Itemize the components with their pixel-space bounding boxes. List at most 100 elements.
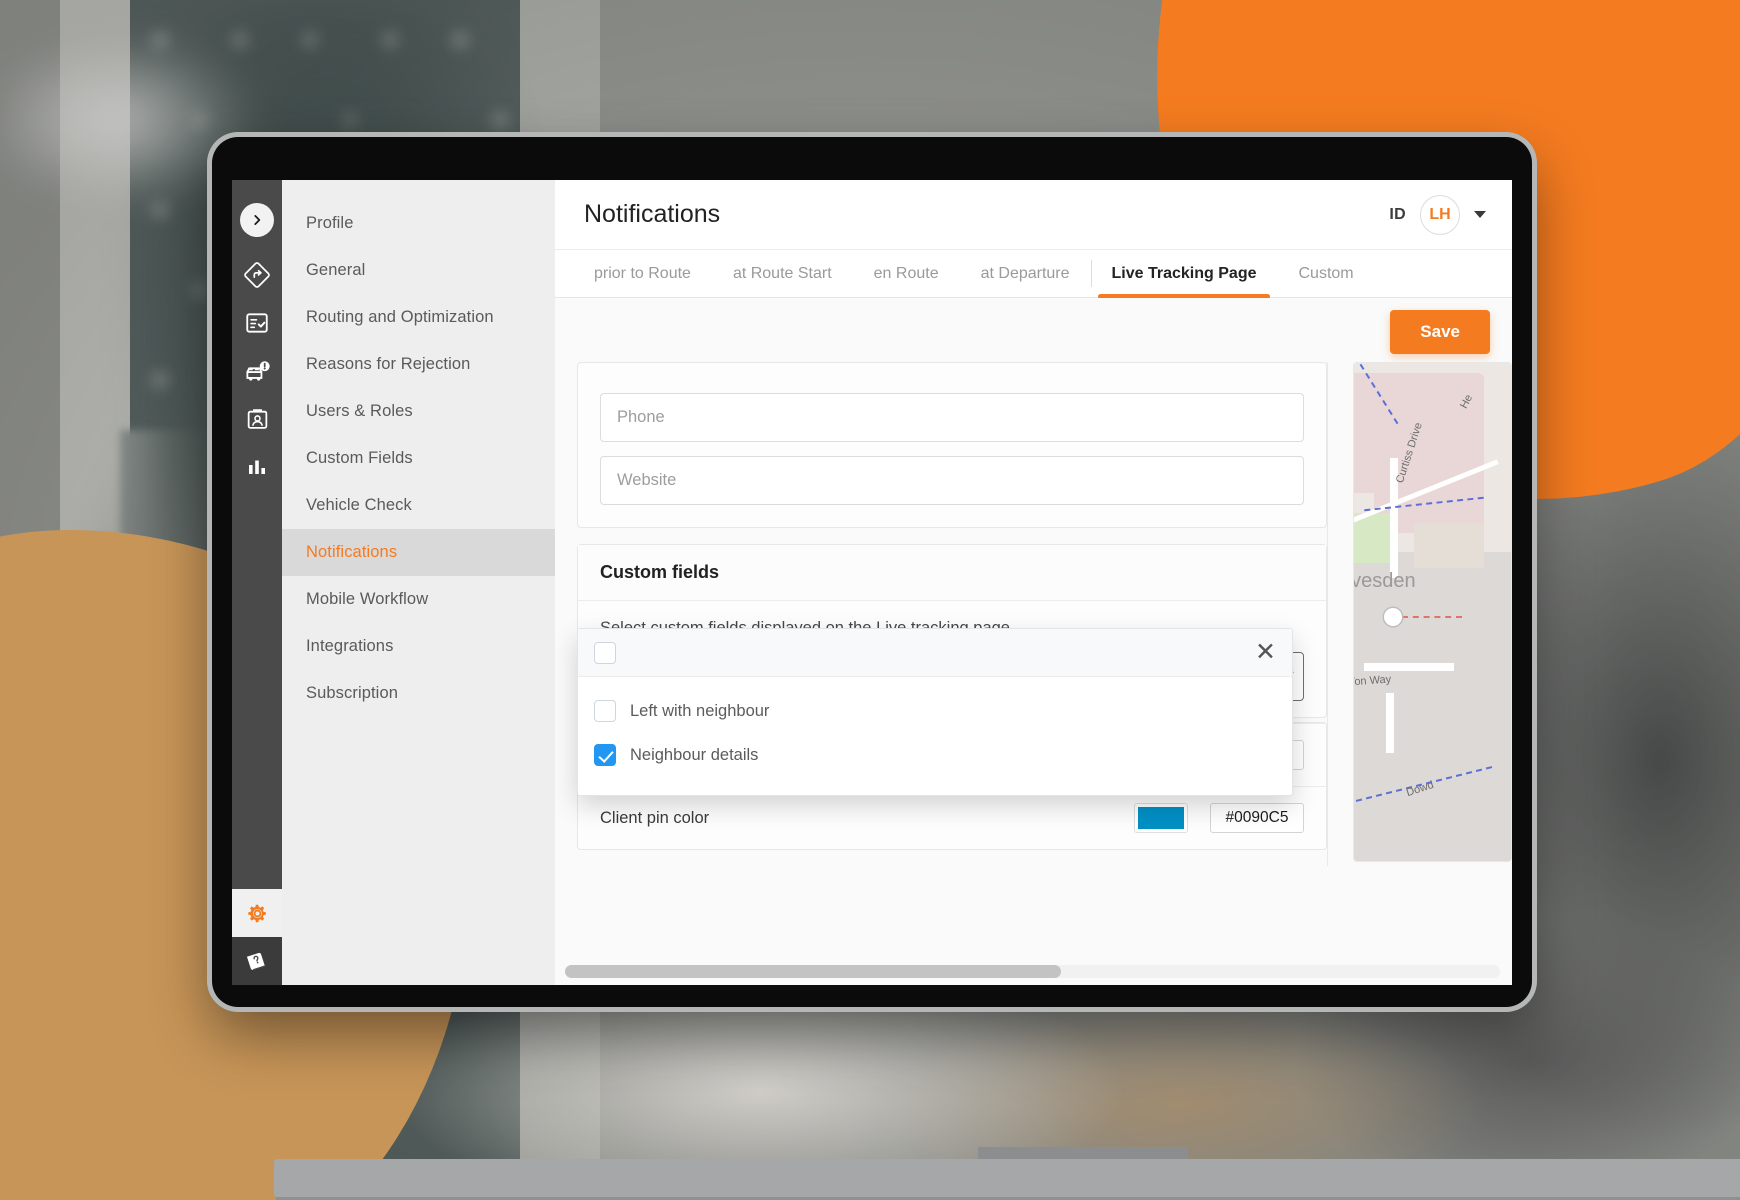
tab-at-route-start[interactable]: at Route Start <box>712 250 853 297</box>
phone-placeholder: Phone <box>617 408 665 426</box>
chevron-down-icon[interactable] <box>1474 211 1486 218</box>
tab-label: prior to Route <box>594 264 691 282</box>
sidebar-item-users-and-roles[interactable]: Users & Roles <box>282 388 555 435</box>
dropdown-options: Left with neighbour Neighbour details <box>578 677 1292 795</box>
rail-item-vehicle-alert[interactable] <box>232 347 282 395</box>
client-pin-color-swatch[interactable] <box>1134 803 1188 833</box>
map-street-label: Yon Way <box>1353 673 1392 689</box>
rail-item-driver-card[interactable] <box>232 395 282 443</box>
option-label: Left with neighbour <box>630 701 770 720</box>
sidebar-item-label: Profile <box>306 214 354 232</box>
sidebar-item-subscription[interactable]: Subscription <box>282 670 555 717</box>
vehicle-alert-icon <box>245 360 270 381</box>
rail-item-routing[interactable] <box>232 251 282 299</box>
option-checkbox[interactable] <box>594 744 616 766</box>
map-road <box>1386 693 1394 753</box>
laptop-base <box>274 1159 1740 1197</box>
hex-value: #0090C5 <box>1225 809 1289 826</box>
map-area-label: avesden <box>1353 570 1416 592</box>
live-tracking-map-preview[interactable]: Curtiss Drive avesden Yon Way Dowd He <box>1353 362 1512 862</box>
sidebar-item-profile[interactable]: Profile <box>282 200 555 247</box>
account-id-label: ID <box>1389 205 1406 223</box>
map-street-label: Dowd <box>1404 778 1436 800</box>
dropdown-search-row: ✕ <box>578 629 1292 677</box>
website-placeholder: Website <box>617 471 677 489</box>
sidebar-item-vehicle-check[interactable]: Vehicle Check <box>282 482 555 529</box>
sidebar-item-routing-and-optimization[interactable]: Routing and Optimization <box>282 294 555 341</box>
page-header: Notifications ID LH <box>555 180 1512 250</box>
save-row: Save <box>555 298 1512 354</box>
client-pin-hex-input[interactable]: #0090C5 <box>1210 803 1304 833</box>
content-area: Notifications ID LH prior to Route at Ro… <box>555 180 1512 985</box>
sidebar-expand-toggle[interactable] <box>240 203 274 237</box>
sidebar-item-label: Reasons for Rejection <box>306 355 471 373</box>
laptop-mockup: Profile General Routing and Optimization… <box>212 137 1740 1197</box>
contact-card-body: Phone Website <box>578 363 1326 527</box>
tab-live-tracking-page[interactable]: Live Tracking Page <box>1090 250 1278 299</box>
tab-label: at Departure <box>980 264 1070 282</box>
rail-item-analytics[interactable] <box>232 443 282 491</box>
sidebar-item-label: Routing and Optimization <box>306 308 494 326</box>
sidebar-item-label: Subscription <box>306 684 398 702</box>
settings-body: Save Phone Website Custom fields Client … <box>555 298 1512 985</box>
tab-label: Custom <box>1298 264 1354 282</box>
tab-label: at Route Start <box>732 264 832 282</box>
scrollbar-thumb[interactable] <box>565 965 1061 978</box>
route-directions-icon <box>244 262 270 288</box>
dropdown-option-neighbour-details[interactable]: Neighbour details <box>578 733 1292 777</box>
icon-rail <box>232 180 282 985</box>
sidebar-item-label: Users & Roles <box>306 402 413 420</box>
notification-tabs: prior to Route at Route Start en Route a… <box>555 250 1512 299</box>
tab-prior-to-route[interactable]: prior to Route <box>573 250 712 297</box>
application-window: Profile General Routing and Optimization… <box>232 180 1512 985</box>
sidebar-item-label: Integrations <box>306 637 394 655</box>
chevron-right-icon <box>254 215 261 225</box>
map-canvas: Curtiss Drive avesden Yon Way Dowd He <box>1354 363 1511 861</box>
column-divider <box>1327 362 1328 866</box>
analytics-bar-chart-icon <box>249 460 265 474</box>
tab-label: Live Tracking Page <box>1111 264 1257 282</box>
custom-fields-dropdown: ✕ Left with neighbour Neighbour details <box>577 628 1293 796</box>
sidebar-item-notifications[interactable]: Notifications <box>282 529 555 576</box>
color-swatch-fill <box>1138 807 1184 829</box>
close-icon[interactable]: ✕ <box>1255 640 1276 665</box>
sidebar-item-label: Vehicle Check <box>306 496 412 514</box>
dropdown-option-left-with-neighbour[interactable]: Left with neighbour <box>578 689 1292 733</box>
tab-label: en Route <box>873 264 939 282</box>
select-all-checkbox[interactable] <box>594 641 616 664</box>
custom-fields-title: Custom fields <box>578 545 1326 601</box>
map-stop-marker[interactable] <box>1384 608 1402 626</box>
sidebar-item-reasons-for-rejection[interactable]: Reasons for Rejection <box>282 341 555 388</box>
rail-item-tasks[interactable] <box>232 299 282 347</box>
rail-item-knowledge[interactable] <box>232 937 282 985</box>
contact-card: Phone Website <box>577 362 1327 528</box>
sidebar-item-custom-fields[interactable]: Custom Fields <box>282 435 555 482</box>
phone-field[interactable]: Phone <box>600 393 1304 442</box>
sidebar-item-mobile-workflow[interactable]: Mobile Workflow <box>282 576 555 623</box>
avatar-initials: LH <box>1429 205 1451 223</box>
rail-item-settings[interactable] <box>232 889 282 937</box>
laptop-screen: Profile General Routing and Optimization… <box>232 180 1512 985</box>
task-checklist-icon <box>246 313 268 333</box>
save-button[interactable]: Save <box>1390 310 1490 354</box>
map-route-dash <box>1402 616 1462 618</box>
map-road <box>1364 663 1454 671</box>
tab-custom[interactable]: Custom <box>1277 250 1374 297</box>
tab-en-route[interactable]: en Route <box>853 250 960 297</box>
avatar[interactable]: LH <box>1420 194 1460 235</box>
map-building <box>1414 523 1484 568</box>
sidebar-item-label: Custom Fields <box>306 449 413 467</box>
page-title: Notifications <box>584 200 721 228</box>
horizontal-scrollbar[interactable] <box>565 965 1500 978</box>
header-actions: ID LH <box>1389 194 1486 235</box>
sidebar-item-integrations[interactable]: Integrations <box>282 623 555 670</box>
sidebar-item-general[interactable]: General <box>282 247 555 294</box>
screenshot-stage: Profile General Routing and Optimization… <box>0 0 1740 1200</box>
settings-sidebar: Profile General Routing and Optimization… <box>282 180 555 985</box>
option-checkbox[interactable] <box>594 700 616 722</box>
sidebar-item-label: Notifications <box>306 543 398 561</box>
website-field[interactable]: Website <box>600 456 1304 505</box>
tab-at-departure[interactable]: at Departure <box>960 250 1091 297</box>
option-label: Neighbour details <box>630 745 759 764</box>
settings-right-column: Curtiss Drive avesden Yon Way Dowd He <box>1327 362 1512 866</box>
